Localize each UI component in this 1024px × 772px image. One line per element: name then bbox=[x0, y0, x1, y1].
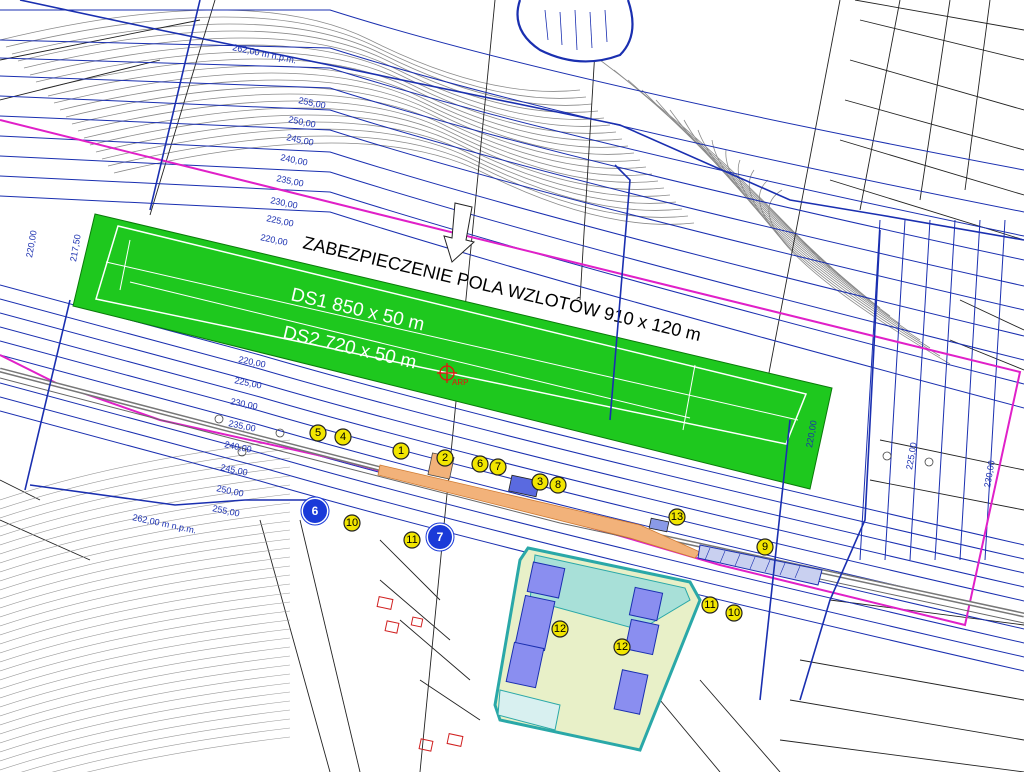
svg-text:6: 6 bbox=[477, 458, 483, 470]
svg-text:12: 12 bbox=[554, 623, 566, 635]
terrain-hatch bbox=[0, 655, 291, 717]
svg-text:11: 11 bbox=[406, 534, 417, 546]
svg-text:1: 1 bbox=[398, 445, 404, 457]
marker-1: 1 bbox=[392, 442, 410, 460]
svg-text:6: 6 bbox=[312, 504, 319, 518]
svg-text:12: 12 bbox=[616, 641, 628, 653]
zone-marker-7: 7 bbox=[425, 522, 455, 552]
terrain-hatch bbox=[0, 682, 291, 744]
svg-text:13: 13 bbox=[671, 511, 683, 523]
terrain-hatch bbox=[0, 628, 291, 690]
arp-label: ARP bbox=[452, 378, 468, 387]
marker-2: 2 bbox=[436, 449, 454, 467]
contour-label: 220,00 bbox=[24, 229, 39, 258]
terrain-hatch bbox=[0, 538, 291, 600]
marker-4: 4 bbox=[334, 428, 352, 446]
terrain-contour bbox=[697, 129, 891, 317]
terrain-hatch bbox=[0, 691, 291, 753]
restriction-line bbox=[0, 57, 1024, 237]
restriction-line bbox=[909, 219, 931, 561]
svg-text:2: 2 bbox=[442, 452, 448, 464]
marker-3: 3 bbox=[531, 473, 549, 491]
terrain-hatch bbox=[0, 565, 291, 627]
north-arrow-icon bbox=[443, 202, 476, 263]
terrain-hatch bbox=[0, 646, 291, 708]
zone-markers: 67 bbox=[300, 496, 455, 552]
terrain-hatch bbox=[20, 718, 291, 772]
contour-label: 245,00 bbox=[220, 462, 249, 478]
svg-text:10: 10 bbox=[346, 517, 358, 529]
terrain-hatch bbox=[86, 736, 291, 772]
terrain-hatch bbox=[0, 673, 291, 735]
contour-label: 262,00 m n.p.m. bbox=[232, 42, 298, 65]
contour-label: 230,00 bbox=[270, 195, 299, 211]
svg-text:8: 8 bbox=[555, 479, 561, 491]
marker-12: 12 bbox=[613, 638, 631, 656]
pond-outline bbox=[516, 0, 634, 63]
terrain-contour bbox=[737, 159, 921, 341]
terrain-hatching bbox=[0, 439, 291, 772]
terrain-contour bbox=[669, 109, 871, 301]
marker-10: 10 bbox=[343, 514, 361, 532]
contour-label: 250,00 bbox=[216, 483, 245, 499]
terrain-hatch bbox=[0, 601, 291, 663]
marker-7: 7 bbox=[489, 458, 507, 476]
terrain-hatch bbox=[0, 520, 291, 582]
terrain-hatch bbox=[0, 700, 291, 762]
restriction-line bbox=[0, 9, 1024, 171]
contour-label: 235,00 bbox=[276, 173, 305, 189]
contour-label: 245,00 bbox=[286, 132, 315, 148]
contour-label: 230,00 bbox=[230, 396, 259, 412]
svg-text:3: 3 bbox=[537, 476, 543, 488]
terrain-hatch bbox=[0, 664, 291, 726]
marker-9: 9 bbox=[756, 538, 774, 556]
restriction-line bbox=[884, 219, 906, 561]
marker-11: 11 bbox=[403, 531, 421, 549]
contour-label: 230,00 bbox=[982, 459, 997, 488]
contour-label: 240,00 bbox=[280, 152, 309, 168]
svg-text:4: 4 bbox=[340, 431, 346, 443]
contour-label: 225,00 bbox=[234, 375, 263, 391]
zone-marker-6: 6 bbox=[300, 496, 330, 526]
restriction-line bbox=[934, 219, 956, 561]
marker-6: 6 bbox=[471, 455, 489, 473]
terrain-hatch bbox=[0, 709, 291, 771]
residential-buildings bbox=[376, 596, 464, 752]
terrain-hatch bbox=[0, 556, 291, 618]
terrain-hatch bbox=[0, 637, 291, 699]
marker-10: 10 bbox=[725, 604, 743, 622]
terrain-hatch bbox=[0, 583, 291, 645]
terrain-hatch bbox=[0, 547, 291, 609]
terrain-contour bbox=[599, 59, 821, 261]
marker-13: 13 bbox=[668, 508, 686, 526]
terrain-hatch bbox=[0, 592, 291, 654]
contour-label: 250,00 bbox=[288, 114, 317, 130]
svg-text:10: 10 bbox=[728, 607, 740, 619]
terrain-hatch bbox=[0, 502, 291, 564]
terrain-hatch bbox=[0, 574, 291, 636]
map-canvas: ARP DS1 850 x 50 m DS2 720 x 50 m ZABEZP… bbox=[0, 0, 1024, 772]
marker-12: 12 bbox=[551, 620, 569, 638]
svg-text:9: 9 bbox=[762, 541, 768, 553]
contour-label: 262,00 m n.p.m. bbox=[132, 512, 198, 535]
contour-label: 255,00 bbox=[212, 503, 241, 519]
terrain-hatch bbox=[0, 475, 291, 537]
svg-text:5: 5 bbox=[315, 427, 321, 439]
marker-5: 5 bbox=[309, 424, 327, 442]
marker-11: 11 bbox=[701, 596, 719, 614]
terrain-hatch bbox=[0, 619, 291, 681]
terrain-hatch bbox=[0, 610, 291, 672]
contour-label: 217,50 bbox=[68, 233, 83, 262]
restriction-line bbox=[959, 219, 981, 561]
site-plan-map: ARP DS1 850 x 50 m DS2 720 x 50 m ZABEZP… bbox=[0, 0, 1024, 772]
svg-text:7: 7 bbox=[437, 530, 444, 544]
small-building bbox=[648, 517, 670, 533]
svg-text:7: 7 bbox=[495, 461, 501, 473]
restriction-line bbox=[984, 219, 1006, 561]
svg-text:11: 11 bbox=[704, 599, 715, 611]
marker-8: 8 bbox=[549, 476, 567, 494]
contour-label: 220,00 bbox=[260, 232, 289, 248]
contour-label: 225,00 bbox=[266, 213, 295, 229]
